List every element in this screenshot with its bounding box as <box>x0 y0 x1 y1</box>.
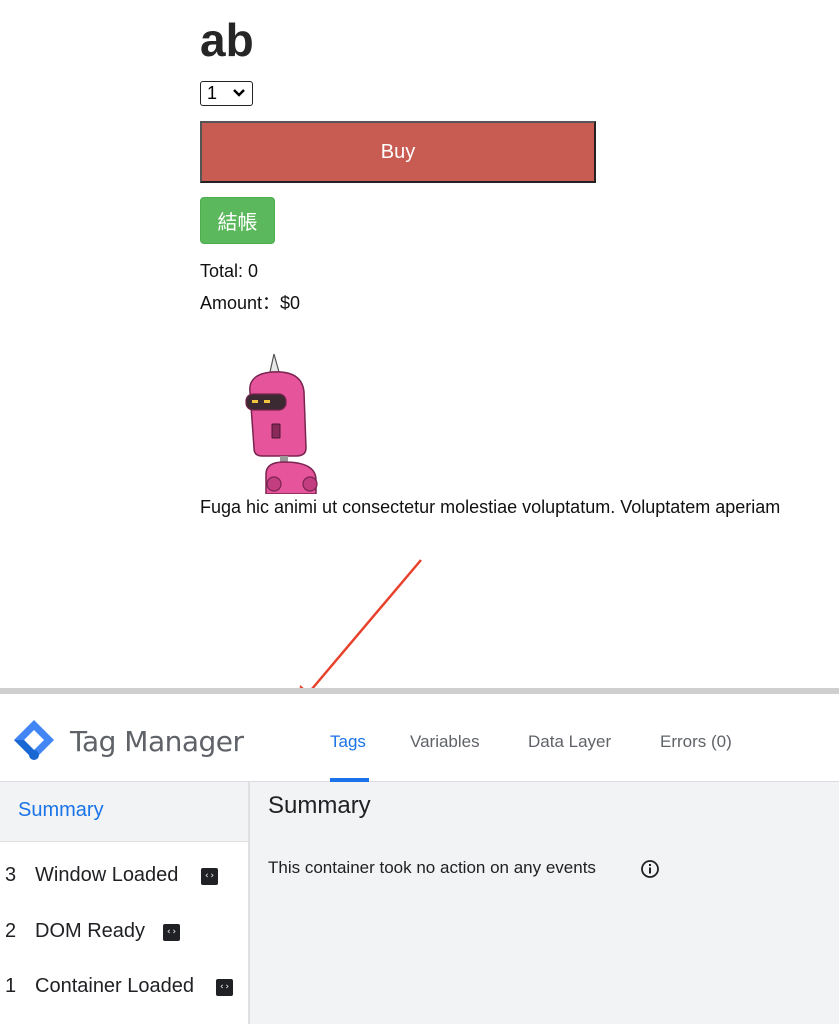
checkout-button[interactable]: 結帳 <box>200 197 275 244</box>
event-number: 1 <box>5 975 17 997</box>
code-icon: ‹› <box>216 979 233 996</box>
web-page: ab 1 Buy 結帳 Total: 0 Amount：$0 Fuga hic … <box>0 0 839 688</box>
event-name: Window Loaded <box>35 864 179 886</box>
buy-button[interactable]: Buy <box>200 121 596 183</box>
summary-pane: Summary This container took no action on… <box>250 782 839 1024</box>
code-icon: ‹› <box>201 868 218 885</box>
tab-data-layer[interactable]: Data Layer <box>528 732 611 752</box>
event-name: DOM Ready <box>35 920 146 942</box>
quantity-value: 1 <box>207 83 218 103</box>
tag-manager-logo-icon <box>14 720 54 760</box>
tab-errors[interactable]: Errors (0) <box>660 732 732 752</box>
summary-message: This container took no action on any eve… <box>268 858 596 877</box>
event-number: 3 <box>5 864 17 886</box>
gtm-header: Tag Manager Tags Variables Data Layer Er… <box>0 694 839 782</box>
gtm-title: Tag Manager <box>70 725 244 758</box>
sidebar-item-container-loaded[interactable]: 1 Container Loaded ‹› <box>0 969 248 1009</box>
chevron-down-icon <box>233 89 245 97</box>
quantity-select[interactable]: 1 <box>200 81 253 106</box>
robot-image <box>245 353 318 494</box>
sidebar-item-window-loaded[interactable]: 3 Window Loaded ‹› <box>0 858 248 898</box>
event-sidebar: Summary 3 Window Loaded ‹› 2 DOM Ready ‹… <box>0 782 250 1024</box>
tab-variables[interactable]: Variables <box>410 732 480 752</box>
total-text: Total: 0 <box>200 261 259 281</box>
amount-text: Amount：$0 <box>200 293 301 313</box>
tag-manager-panel: Tag Manager Tags Variables Data Layer Er… <box>0 688 839 1024</box>
sidebar-summary-label: Summary <box>18 799 104 821</box>
code-icon: ‹› <box>163 924 180 941</box>
sidebar-item-summary[interactable]: Summary <box>0 782 248 842</box>
info-icon[interactable] <box>640 859 660 879</box>
sidebar-item-dom-ready[interactable]: 2 DOM Ready ‹› <box>0 914 248 954</box>
product-title: ab <box>200 14 254 66</box>
description-text: Fuga hic animi ut consectetur molestiae … <box>200 497 781 517</box>
event-number: 2 <box>5 920 17 942</box>
event-name: Container Loaded <box>35 975 195 997</box>
tab-tags[interactable]: Tags <box>330 732 366 752</box>
summary-title: Summary <box>268 792 371 819</box>
